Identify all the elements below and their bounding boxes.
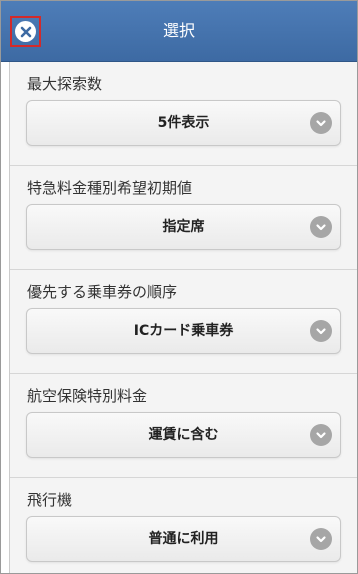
selection-dialog: 選択 最大探索数 5件表示 特急料金種別希望初期値 指定席 優先する乗車券の順序 — [0, 0, 358, 574]
setting-label: 航空保険特別料金 — [27, 387, 148, 405]
select-value: 指定席 — [162, 219, 205, 235]
select-value: 5件表示 — [157, 115, 210, 131]
setting-label: 最大探索数 — [27, 75, 103, 93]
chevron-down-icon — [310, 528, 332, 550]
settings-list: 最大探索数 5件表示 特急料金種別希望初期値 指定席 優先する乗車券の順序 IC… — [9, 62, 357, 573]
setting-max-search: 最大探索数 5件表示 — [10, 62, 357, 166]
setting-air-insurance-fee: 航空保険特別料金 運賃に含む — [10, 374, 357, 478]
dialog-header: 選択 — [1, 1, 357, 62]
chevron-down-icon — [310, 320, 332, 342]
express-fare-type-select[interactable]: 指定席 — [26, 204, 341, 250]
select-value: ICカード乗車券 — [133, 323, 234, 339]
dialog-title: 選択 — [162, 21, 195, 40]
setting-label: 飛行機 — [27, 491, 73, 509]
max-search-select[interactable]: 5件表示 — [26, 100, 341, 146]
close-button-highlight[interactable] — [10, 16, 41, 47]
setting-express-fare-type: 特急料金種別希望初期値 指定席 — [10, 166, 357, 270]
chevron-down-icon — [310, 424, 332, 446]
setting-label: 優先する乗車券の順序 — [27, 283, 178, 301]
ticket-priority-select[interactable]: ICカード乗車券 — [26, 308, 341, 354]
select-value: 普通に利用 — [148, 531, 219, 547]
airplane-select[interactable]: 普通に利用 — [26, 516, 341, 562]
chevron-down-icon — [310, 112, 332, 134]
air-insurance-fee-select[interactable]: 運賃に含む — [26, 412, 341, 458]
close-button[interactable] — [15, 21, 36, 42]
close-icon — [20, 26, 31, 37]
setting-airplane: 飛行機 普通に利用 — [10, 478, 357, 573]
setting-label: 特急料金種別希望初期値 — [27, 179, 193, 197]
select-value: 運賃に含む — [148, 427, 219, 443]
setting-ticket-priority: 優先する乗車券の順序 ICカード乗車券 — [10, 270, 357, 374]
chevron-down-icon — [310, 216, 332, 238]
